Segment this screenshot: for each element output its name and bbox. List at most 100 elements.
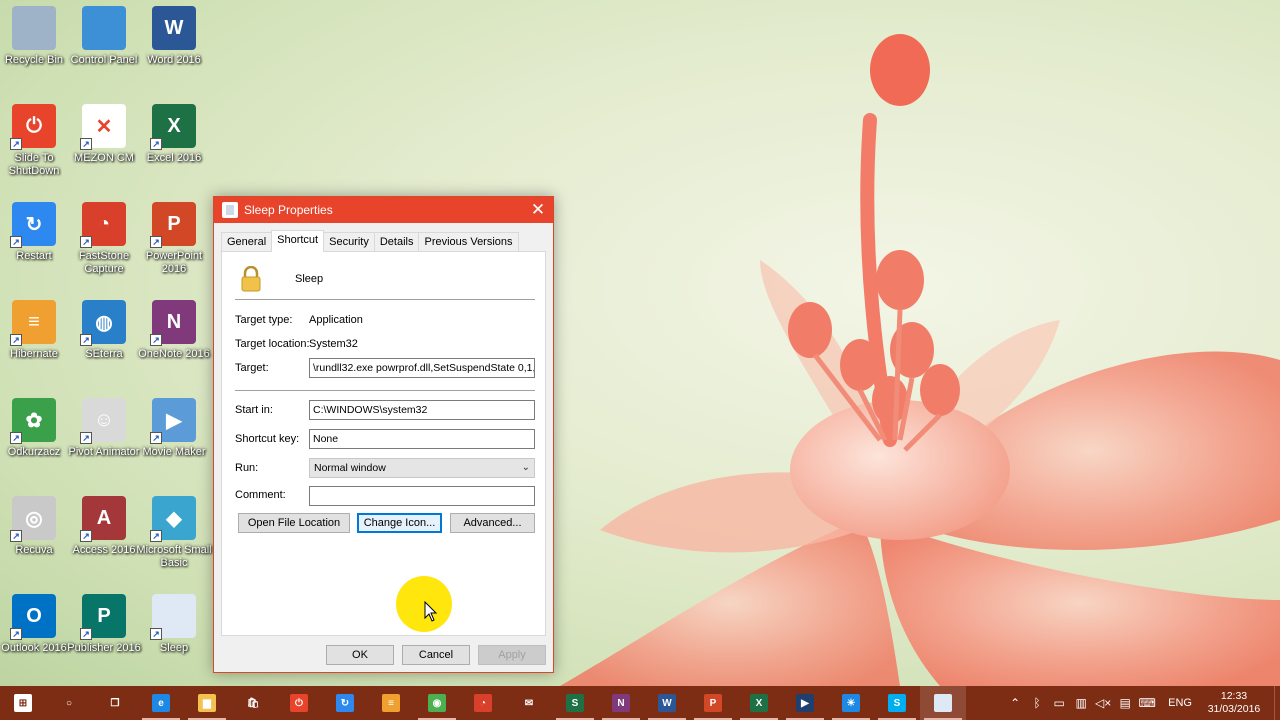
comment-label: Comment: <box>235 489 286 501</box>
control-panel-icon <box>82 6 126 50</box>
battery-icon[interactable]: ▭ <box>1048 696 1070 710</box>
shortcut-arrow-icon: ↗ <box>150 334 162 346</box>
start-in-field[interactable]: C:\WINDOWS\system32 <box>309 400 535 420</box>
mezon-icon: ✕ ↗ <box>80 104 126 150</box>
desktop-icon[interactable]: N ↗ OneNote 2016 <box>136 300 212 392</box>
desktop-icon[interactable]: ✿ ↗ Odkurzacz <box>0 398 72 490</box>
clock[interactable]: 12:33 31/03/2016 <box>1204 690 1264 716</box>
hibernate-icon: ≡ <box>382 694 400 712</box>
powerpoint-icon: P <box>704 694 722 712</box>
taskbar-skype-button[interactable]: S <box>874 686 920 720</box>
start-in-label: Start in: <box>235 404 273 416</box>
desktop-icon[interactable]: P ↗ Publisher 2016 <box>66 594 142 686</box>
tab-previous-versions[interactable]: Previous Versions <box>418 232 519 252</box>
desktop-icon[interactable]: O ↗ Outlook 2016 <box>0 594 72 686</box>
taskbar-cortana-button[interactable]: ○ <box>46 686 92 720</box>
taskbar-hibernate-button[interactable]: ≡ <box>368 686 414 720</box>
desktop-icon[interactable]: ↗ Sleep <box>136 594 212 686</box>
small-basic-icon: ◆ ↗ <box>150 496 196 542</box>
taskbar-onenote-button[interactable]: N <box>598 686 644 720</box>
desktop-icon-label: Pivot Animator <box>68 446 140 458</box>
dialog-titlebar[interactable]: Sleep Properties ✕ <box>214 197 553 223</box>
desktop-icon[interactable]: ◔ ↗ FastStone Capture <box>66 202 142 294</box>
change-icon-button[interactable]: Change Icon... <box>357 513 442 533</box>
desktop-icon[interactable]: ☺ ↗ Pivot Animator <box>66 398 142 490</box>
target-field[interactable]: \rundll32.exe powrprof.dll,SetSuspendSta… <box>309 358 535 378</box>
network-icon[interactable]: ▥ <box>1070 696 1092 710</box>
desktop-icon[interactable]: X ↗ Excel 2016 <box>136 104 212 196</box>
divider <box>235 299 535 300</box>
taskbar-start-button[interactable]: ⊞ <box>0 686 46 720</box>
globe-icon: ◍ ↗ <box>80 300 126 346</box>
show-desktop-button[interactable] <box>1274 686 1280 720</box>
desktop-icon[interactable]: ◍ ↗ SEterra <box>66 300 142 392</box>
cancel-button[interactable]: Cancel <box>402 645 470 665</box>
clock-date: 31/03/2016 <box>1207 703 1261 715</box>
taskbar-faststone-button[interactable]: ◔ <box>460 686 506 720</box>
taskbar-sway-button[interactable]: S <box>552 686 598 720</box>
onenote-icon: N ↗ <box>150 300 196 346</box>
apply-button[interactable]: Apply <box>478 645 546 665</box>
desktop-icon[interactable]: ◆ ↗ Microsoft Small Basic <box>136 496 212 588</box>
desktop-icon[interactable]: ≡ ↗ Hibernate <box>0 300 72 392</box>
sway-icon: S <box>566 694 584 712</box>
taskbar-power-button[interactable]: ⏻ <box>276 686 322 720</box>
dialog-title: Sleep Properties <box>244 203 333 217</box>
taskbar-weather-button[interactable]: ☀ <box>828 686 874 720</box>
taskbar-edge-button[interactable]: e <box>138 686 184 720</box>
desktop-icon-label: Recuva <box>15 544 53 556</box>
shortcut-key-field[interactable]: None <box>309 429 535 449</box>
taskbar-file-explorer-button[interactable]: ▆ <box>184 686 230 720</box>
desktop-icon[interactable]: ◎ ↗ Recuva <box>0 496 72 588</box>
chevron-up-icon[interactable]: ⌃ <box>1004 696 1026 710</box>
desktop-icon-label: Restart <box>16 250 52 262</box>
tab-shortcut[interactable]: Shortcut <box>271 230 325 252</box>
desktop-icon-label: FastStone Capture <box>78 250 130 275</box>
desktop-icon[interactable]: P ↗ PowerPoint 2016 <box>136 202 212 294</box>
tab-security[interactable]: Security <box>323 232 375 252</box>
target-location-label: Target location: <box>235 338 310 350</box>
desktop-icon-label: PowerPoint 2016 <box>145 250 203 275</box>
advanced-button[interactable]: Advanced... <box>450 513 535 533</box>
desktop-icon[interactable]: ▶ ↗ Movie Maker <box>136 398 212 490</box>
taskbar-items: ⊞ ○ ❐ e ▆ 🛍 ⏻ ↻ ≡ ◉ ◔ ✉ S N W P X ▶ ☀ S <box>0 686 966 720</box>
taskbar-word-button[interactable]: W <box>644 686 690 720</box>
desktop-icon[interactable]: ↻ ↗ Restart <box>0 202 72 294</box>
taskbar-store-button[interactable]: 🛍 <box>230 686 276 720</box>
taskbar-restart-button[interactable]: ↻ <box>322 686 368 720</box>
action-center-icon[interactable]: ▤ <box>1114 696 1136 710</box>
taskbar-excel-button[interactable]: X <box>736 686 782 720</box>
shortcut-arrow-icon: ↗ <box>10 432 22 444</box>
close-icon[interactable]: ✕ <box>523 197 553 223</box>
ok-button[interactable]: OK <box>326 645 394 665</box>
tab-details[interactable]: Details <box>373 232 420 252</box>
taskbar-mail-button[interactable]: ✉ <box>506 686 552 720</box>
tab-general[interactable]: General <box>221 232 273 252</box>
taskbar-chrome-button[interactable]: ◉ <box>414 686 460 720</box>
pivot-icon: ☺ ↗ <box>80 398 126 444</box>
comment-field[interactable] <box>309 486 535 506</box>
language-indicator[interactable]: ENG <box>1168 697 1192 709</box>
desktop-icon[interactable]: Control Panel <box>66 6 142 98</box>
file-explorer-icon: ▆ <box>198 694 216 712</box>
desktop-icon[interactable]: A ↗ Access 2016 <box>66 496 142 588</box>
desktop-icon[interactable]: ⏻ ↗ Slide To ShutDown <box>0 104 72 196</box>
taskbar-task-view-button[interactable]: ❐ <box>92 686 138 720</box>
recycle-bin-icon <box>12 6 56 50</box>
volume-muted-icon[interactable]: ◁× <box>1092 696 1114 710</box>
keyboard-icon[interactable]: ⌨ <box>1136 696 1158 710</box>
taskbar-movie-button[interactable]: ▶ <box>782 686 828 720</box>
shortcut-file-icon <box>222 202 238 218</box>
taskbar-powerpoint-button[interactable]: P <box>690 686 736 720</box>
taskbar-sleep-shortcut-button[interactable] <box>920 686 966 720</box>
desktop-icon[interactable]: ✕ ↗ MEZON CM <box>66 104 142 196</box>
open-file-location-button[interactable]: Open File Location <box>238 513 350 533</box>
shortcut-arrow-icon: ↗ <box>80 628 92 640</box>
run-select[interactable]: Normal window ⌄ <box>309 458 535 478</box>
outlook-icon: O ↗ <box>10 594 56 640</box>
faststone-icon: ◔ ↗ <box>80 202 126 248</box>
shortcut-arrow-icon: ↗ <box>80 432 92 444</box>
desktop-icon[interactable]: W Word 2016 <box>136 6 212 98</box>
bluetooth-icon[interactable]: ᛒ <box>1026 696 1048 710</box>
desktop-icon[interactable]: Recycle Bin <box>0 6 72 98</box>
